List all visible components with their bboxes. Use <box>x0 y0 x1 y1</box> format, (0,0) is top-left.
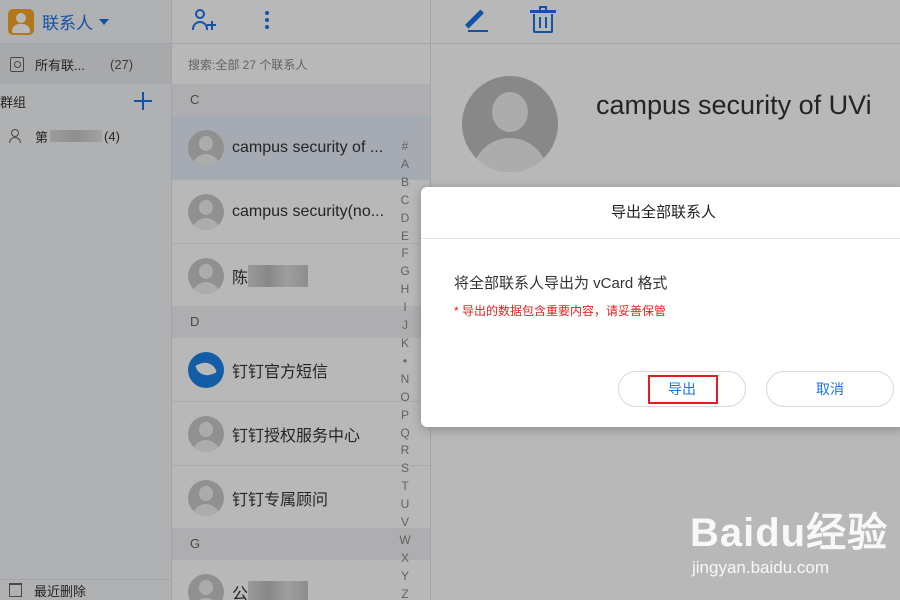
cancel-button[interactable]: 取消 <box>766 371 894 407</box>
dialog-title: 导出全部联系人 <box>421 187 900 239</box>
watermark-brand: Baidu经验 <box>690 511 889 555</box>
dialog-message: 将全部联系人导出为 vCard 格式 <box>454 275 668 292</box>
cancel-button-label: 取消 <box>816 381 844 397</box>
watermark-url: jingyan.baidu.com <box>692 558 830 577</box>
export-dialog: 导出全部联系人 将全部联系人导出为 vCard 格式 * 导出的数据包含重要内容… <box>421 187 900 427</box>
baidu-jingyan-watermark: Baidu经验 jingyan.baidu.com <box>690 500 890 585</box>
highlight-box <box>648 375 718 404</box>
export-button[interactable]: 导出 <box>618 371 746 407</box>
dialog-warning: * 导出的数据包含重要内容，请妥善保管 <box>454 304 667 318</box>
